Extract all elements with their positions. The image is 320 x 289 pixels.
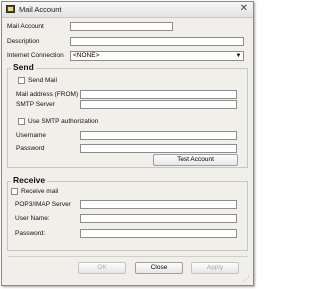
close-button[interactable]: Close — [135, 262, 183, 274]
receive-password-label: Password: — [15, 230, 46, 237]
apply-button[interactable]: Apply — [191, 262, 239, 274]
pop3-imap-server-label: POP3/IMAP Server — [15, 201, 71, 208]
receive-legend: Receive — [11, 175, 48, 185]
username-input[interactable] — [80, 131, 237, 140]
receive-mail-checkbox[interactable] — [11, 188, 18, 195]
smtp-server-label: SMTP Server — [16, 101, 55, 108]
footer-separator — [8, 256, 248, 257]
mail-from-input[interactable] — [80, 90, 237, 99]
username-label: Username — [16, 132, 46, 139]
dropdown-arrow-icon[interactable]: ▼ — [234, 52, 243, 60]
send-legend: Send — [11, 62, 36, 72]
smtp-server-input[interactable] — [80, 100, 237, 109]
resize-grip-icon[interactable]: ⋰ — [243, 275, 251, 283]
test-account-button[interactable]: Test Account — [153, 154, 238, 166]
mail-app-icon — [6, 5, 15, 13]
send-mail-checkbox[interactable] — [18, 77, 25, 84]
mail-account-label: Mail Account — [7, 23, 44, 30]
receive-mail-label[interactable]: Receive mail — [21, 188, 58, 195]
internet-connection-value: <NONE> — [73, 52, 100, 59]
window-title: Mail Account — [19, 5, 62, 14]
password-label: Password — [16, 145, 45, 152]
pop3-imap-server-input[interactable] — [80, 200, 237, 209]
user-name-label: User Name: — [15, 215, 50, 222]
description-input[interactable] — [70, 37, 244, 46]
mail-from-label: Mail address (FROM) — [16, 91, 79, 98]
title-bar[interactable]: Mail Account ✕ — [2, 2, 253, 18]
internet-connection-select[interactable]: <NONE> ▼ — [70, 51, 244, 61]
internet-connection-label: Internet Connection — [7, 52, 64, 59]
ok-button[interactable]: OK — [78, 262, 126, 274]
smtp-auth-checkbox[interactable] — [18, 118, 25, 125]
user-name-input[interactable] — [80, 214, 237, 223]
smtp-auth-label[interactable]: Use SMTP authorization — [28, 118, 98, 125]
mail-account-input[interactable] — [70, 22, 173, 31]
close-window-icon[interactable]: ✕ — [240, 3, 248, 15]
receive-password-input[interactable] — [80, 229, 237, 238]
mail-account-dialog: Mail Account ✕ Mail Account Description … — [1, 1, 254, 286]
description-label: Description — [7, 38, 40, 45]
send-mail-label[interactable]: Send Mail — [28, 77, 57, 84]
password-input[interactable] — [80, 144, 237, 153]
